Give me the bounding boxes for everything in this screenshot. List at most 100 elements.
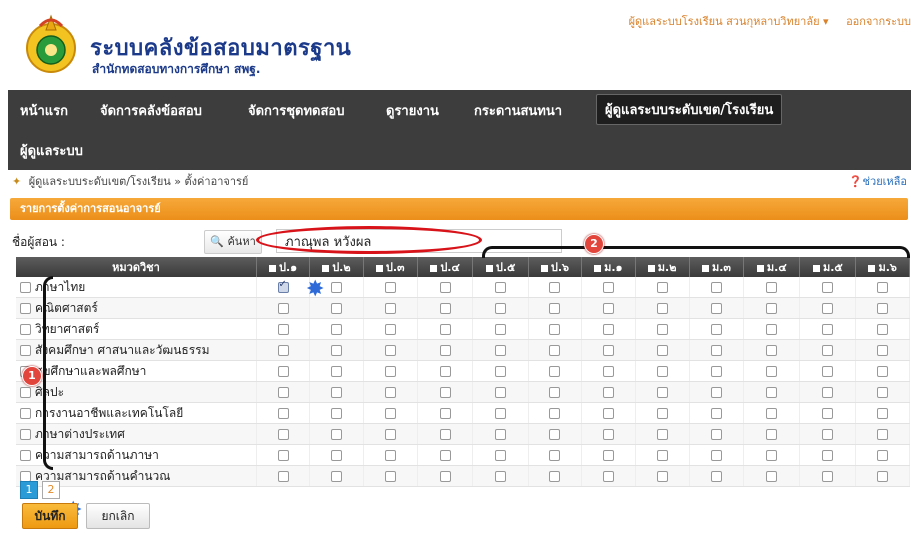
grade-checkbox[interactable] (549, 324, 561, 335)
grade-column-header[interactable]: ม.๔ (743, 257, 801, 277)
grade-checkbox[interactable] (439, 471, 451, 482)
grade-checkbox[interactable] (656, 345, 668, 356)
grade-checkbox[interactable] (602, 429, 614, 440)
select-column-checkbox[interactable] (375, 264, 383, 272)
grade-checkbox[interactable] (549, 471, 561, 482)
grade-column-header[interactable]: ม.๕ (799, 257, 857, 277)
grade-checkbox[interactable] (439, 450, 451, 461)
grade-checkbox[interactable] (710, 366, 722, 377)
grade-checkbox[interactable] (822, 387, 834, 398)
grade-checkbox[interactable] (330, 345, 342, 356)
grade-checkbox[interactable] (877, 471, 889, 482)
grade-column-header[interactable]: ป.๔ (417, 257, 474, 277)
grade-checkbox[interactable] (330, 450, 342, 461)
grade-checkbox[interactable] (277, 387, 289, 398)
select-column-checkbox[interactable] (268, 264, 276, 272)
grade-checkbox[interactable] (330, 408, 342, 419)
grade-checkbox[interactable] (277, 408, 289, 419)
grade-checkbox[interactable] (549, 366, 561, 377)
nav-item-test-sets[interactable]: จัดการชุดทดสอบ (248, 100, 344, 121)
cancel-button[interactable]: ยกเลิก (86, 503, 150, 529)
grade-column-header[interactable]: ม.๖ (855, 257, 910, 277)
grade-checkbox[interactable] (384, 282, 396, 293)
grade-checkbox[interactable] (822, 303, 834, 314)
grade-checkbox[interactable] (602, 303, 614, 314)
grade-column-header[interactable]: ม.๒ (635, 257, 690, 277)
grade-checkbox[interactable] (277, 279, 289, 293)
grade-checkbox[interactable] (439, 429, 451, 440)
grade-checkbox[interactable] (822, 345, 834, 356)
grade-checkbox[interactable] (710, 429, 722, 440)
grade-checkbox[interactable] (766, 471, 778, 482)
grade-checkbox[interactable] (549, 408, 561, 419)
grade-checkbox[interactable] (602, 366, 614, 377)
grade-checkbox[interactable] (710, 282, 722, 293)
select-column-checkbox[interactable] (430, 264, 438, 272)
grade-checkbox[interactable] (439, 408, 451, 419)
grade-column-header[interactable]: ม.๓ (689, 257, 745, 277)
search-button[interactable]: 🔍 ค้นหา (204, 230, 262, 254)
grade-checkbox[interactable] (330, 471, 342, 482)
grade-checkbox[interactable] (602, 450, 614, 461)
grade-checkbox[interactable] (656, 324, 668, 335)
grade-checkbox[interactable] (877, 324, 889, 335)
select-column-checkbox[interactable] (756, 264, 764, 272)
grade-checkbox[interactable] (877, 408, 889, 419)
grade-checkbox[interactable] (549, 450, 561, 461)
grade-column-header[interactable]: ป.๖ (528, 257, 583, 277)
grade-checkbox[interactable] (330, 387, 342, 398)
logout-link[interactable]: ออกจากระบบ (846, 15, 911, 28)
grade-column-header[interactable]: ป.๑ (256, 257, 311, 277)
grade-checkbox[interactable] (277, 450, 289, 461)
grade-checkbox[interactable] (384, 303, 396, 314)
grade-checkbox[interactable] (495, 303, 507, 314)
grade-checkbox[interactable] (822, 408, 834, 419)
grade-checkbox[interactable] (877, 450, 889, 461)
grade-checkbox[interactable] (384, 387, 396, 398)
grade-checkbox[interactable] (822, 366, 834, 377)
select-row-checkbox[interactable] (20, 323, 31, 335)
grade-column-header[interactable]: ม.๑ (581, 257, 636, 277)
user-menu-link[interactable]: ผู้ดูแลระบบโรงเรียน สวนกุหลาบวิทยาลัย ▾ (629, 15, 829, 28)
grade-column-header[interactable]: ป.๓ (363, 257, 418, 277)
select-column-checkbox[interactable] (812, 264, 820, 272)
grade-checkbox[interactable] (766, 345, 778, 356)
grade-checkbox[interactable] (656, 387, 668, 398)
grade-checkbox[interactable] (710, 408, 722, 419)
help-link[interactable]: ❓ช่วยเหลือ (849, 172, 907, 190)
grade-checkbox[interactable] (877, 366, 889, 377)
grade-checkbox[interactable] (439, 282, 451, 293)
grade-checkbox[interactable] (330, 429, 342, 440)
grade-checkbox[interactable] (602, 471, 614, 482)
select-column-checkbox[interactable] (594, 264, 602, 272)
select-column-checkbox[interactable] (540, 264, 548, 272)
save-button[interactable]: บันทึก (22, 503, 78, 529)
grade-checkbox[interactable] (439, 303, 451, 314)
select-column-checkbox[interactable] (701, 264, 709, 272)
grade-checkbox[interactable] (495, 387, 507, 398)
grade-checkbox[interactable] (656, 408, 668, 419)
grade-checkbox[interactable] (384, 345, 396, 356)
grade-checkbox[interactable] (384, 471, 396, 482)
select-row-checkbox[interactable] (20, 386, 31, 398)
select-column-checkbox[interactable] (868, 264, 876, 272)
grade-checkbox[interactable] (877, 282, 889, 293)
grade-checkbox[interactable] (766, 387, 778, 398)
grade-checkbox[interactable] (602, 324, 614, 335)
grade-checkbox[interactable] (656, 303, 668, 314)
grade-checkbox[interactable] (602, 408, 614, 419)
grade-checkbox[interactable] (656, 471, 668, 482)
grade-checkbox[interactable] (710, 471, 722, 482)
grade-checkbox[interactable] (495, 282, 507, 293)
grade-checkbox[interactable] (877, 345, 889, 356)
grade-checkbox[interactable] (277, 345, 289, 356)
grade-checkbox[interactable] (495, 345, 507, 356)
grade-checkbox[interactable] (822, 450, 834, 461)
grade-checkbox[interactable] (822, 282, 834, 293)
grade-checkbox[interactable] (766, 303, 778, 314)
grade-checkbox[interactable] (766, 324, 778, 335)
grade-checkbox[interactable] (495, 324, 507, 335)
grade-checkbox[interactable] (495, 450, 507, 461)
grade-checkbox[interactable] (549, 282, 561, 293)
grade-checkbox[interactable] (656, 282, 668, 293)
